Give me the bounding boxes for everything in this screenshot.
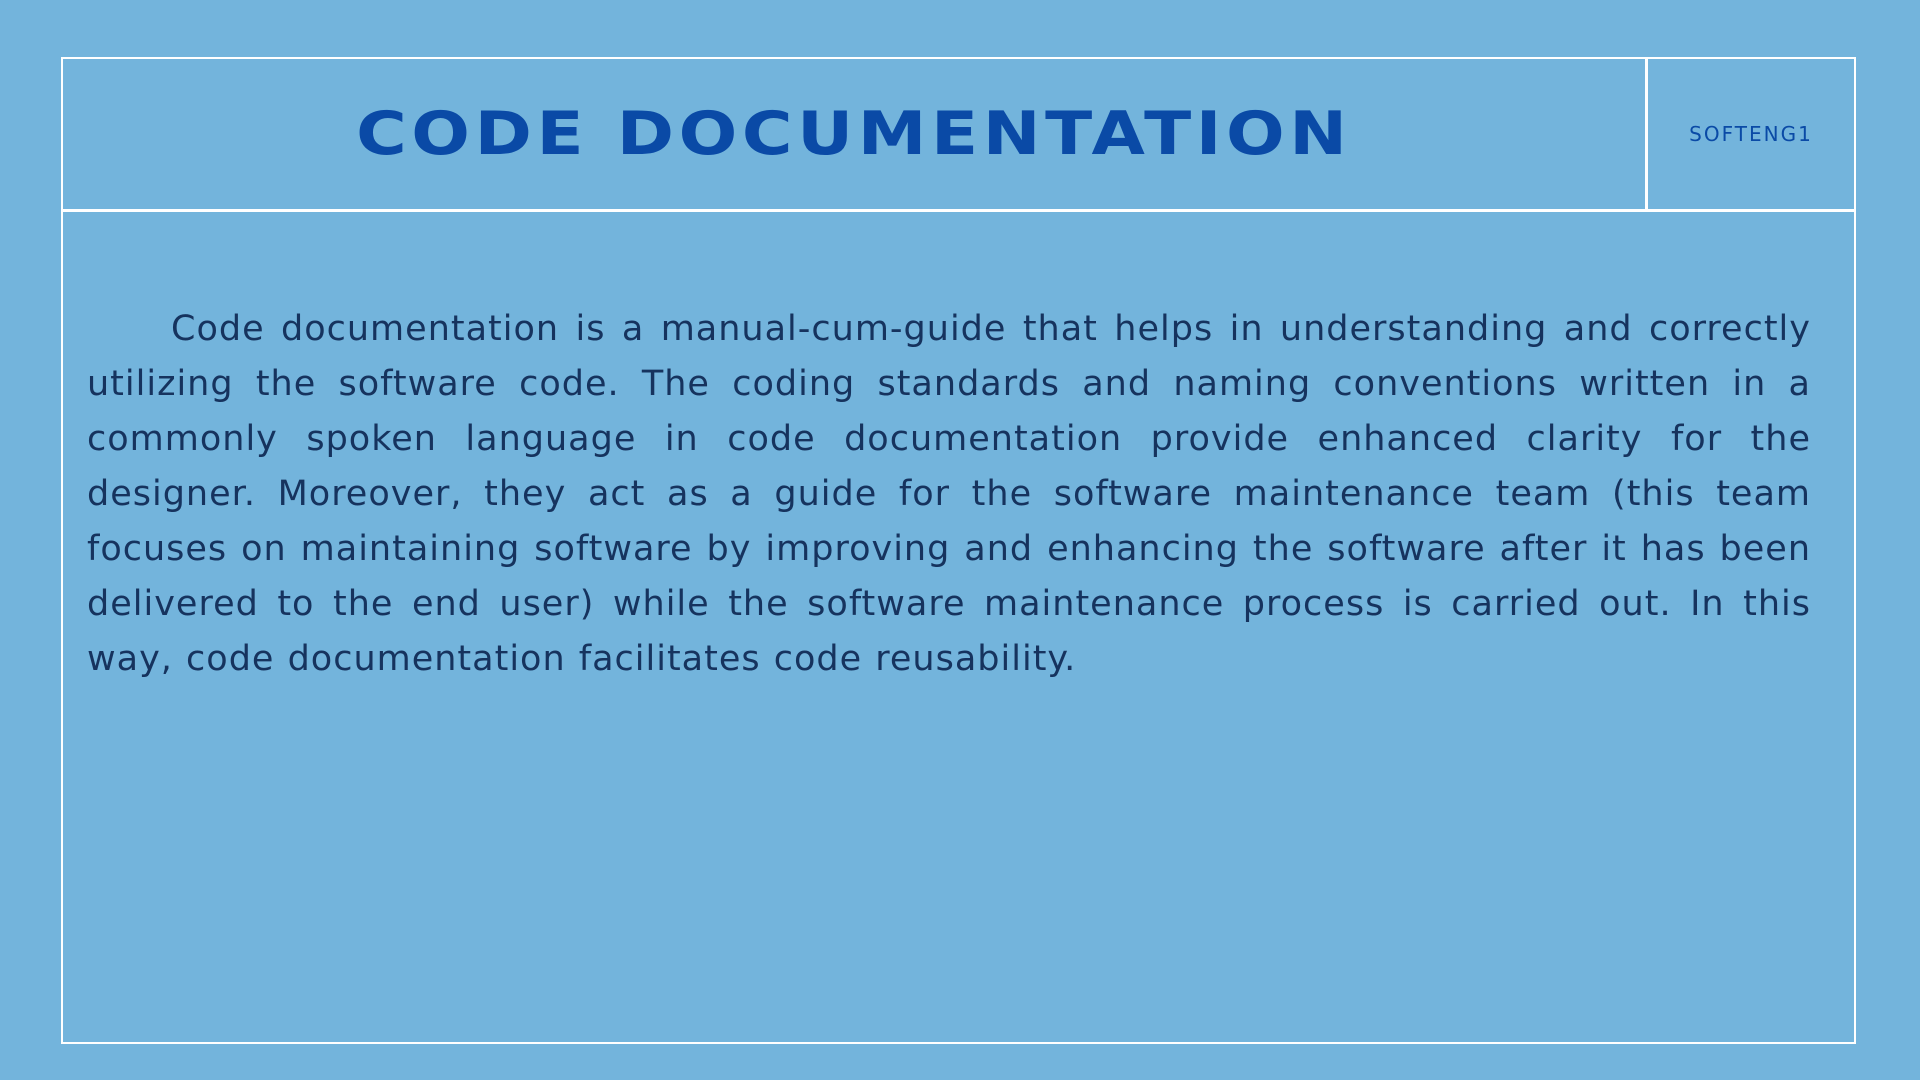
body-paragraph: Code documentation is a manual-cum-guide…: [87, 309, 1811, 679]
course-tag-cell: SOFTENG1: [1648, 59, 1854, 209]
title-cell: CODE DOCUMENTATION: [63, 59, 1648, 209]
slide-frame: CODE DOCUMENTATION SOFTENG1 Code documen…: [61, 57, 1856, 1044]
course-tag: SOFTENG1: [1689, 122, 1813, 146]
page-title: CODE DOCUMENTATION: [356, 99, 1352, 169]
slide-header: CODE DOCUMENTATION SOFTENG1: [63, 59, 1854, 212]
